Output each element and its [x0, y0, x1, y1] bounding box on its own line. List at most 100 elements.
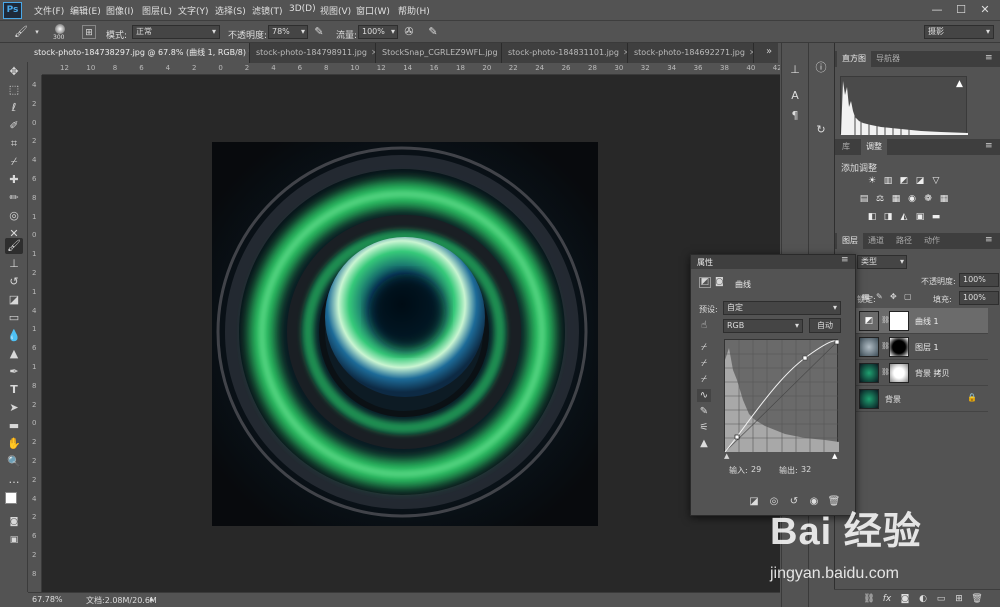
document-image[interactable]	[212, 142, 598, 526]
black-white-icon[interactable]: ▦	[890, 194, 902, 205]
smooth-curve-icon[interactable]: ⚟	[697, 421, 711, 434]
layer-mask-thumbnail[interactable]	[889, 311, 909, 331]
tab-adjustments[interactable]: 调整	[861, 139, 887, 155]
color-lookup-icon[interactable]: ▦	[938, 194, 950, 205]
tab-navigator[interactable]: 导航器	[871, 51, 905, 67]
chevron-down-icon[interactable]: ▾	[30, 25, 44, 39]
layer-opacity-input[interactable]: 100%	[959, 273, 999, 287]
lock-artboard-icon[interactable]: ▢	[904, 292, 912, 301]
threshold-icon[interactable]: ◭	[898, 212, 910, 223]
clipping-warning-icon[interactable]: ▲	[697, 437, 711, 450]
brush-preset-picker[interactable]: 300	[50, 23, 70, 41]
invert-icon[interactable]: ◧	[866, 212, 878, 223]
path-select-tool-icon[interactable]: ➤	[5, 400, 23, 416]
flow-input[interactable]: 100% ▾	[358, 25, 398, 39]
dodge-tool-icon[interactable]: ▲	[5, 346, 23, 362]
warning-icon[interactable]: ▲	[956, 79, 963, 89]
lock-transparent-icon[interactable]: ▦	[862, 292, 870, 301]
link-layers-icon[interactable]: ⛓	[862, 592, 876, 606]
hue-saturation-icon[interactable]: ▤	[858, 194, 870, 205]
gray-point-eyedropper-icon[interactable]: ⌿	[697, 357, 711, 370]
brush-tool-icon[interactable]: 🖌	[14, 25, 28, 39]
photo-filter-icon[interactable]: ◉	[906, 194, 918, 205]
menu-file[interactable]: 文件(F)	[34, 4, 64, 17]
on-image-adjust-icon[interactable]: ☝	[697, 319, 711, 332]
pressure-opacity-icon[interactable]: ✎	[312, 25, 326, 39]
new-layer-icon[interactable]: ⊞	[952, 592, 966, 606]
clone-source-icon[interactable]: ⊥	[786, 61, 804, 79]
tab-channels[interactable]: 通道	[863, 233, 889, 249]
tab-document[interactable]: StockSnap_CGRLEZ9WFL.jpg✕	[376, 43, 502, 63]
minimize-button[interactable]: —	[930, 3, 944, 17]
channel-mixer-icon[interactable]: ❁	[922, 194, 934, 205]
black-point-eyedropper-icon[interactable]: ⌿	[697, 341, 711, 354]
history-brush-tool-icon[interactable]: ↺	[5, 274, 23, 290]
marquee-tool-icon[interactable]: ⬚	[5, 82, 23, 98]
paragraph-panel-icon[interactable]: ¶	[786, 107, 804, 125]
tab-document[interactable]: stock-photo-184692271.jpg ✕	[628, 43, 754, 63]
new-group-icon[interactable]: ▭	[934, 592, 948, 606]
pencil-tool-icon[interactable]: ✏	[5, 190, 23, 206]
tab-histogram[interactable]: 直方图	[837, 51, 871, 67]
menu-image[interactable]: 图像(I)	[106, 4, 134, 17]
vibrance-icon[interactable]: ▽	[930, 176, 942, 187]
patch-tool-icon[interactable]: ◎	[5, 208, 23, 224]
screen-mode-icon[interactable]: ▣	[5, 532, 23, 548]
layer-row-background-copy[interactable]: ⛓ 背景 拷贝	[855, 360, 988, 386]
layer-row-layer1[interactable]: ⛓ 图层 1	[855, 334, 988, 360]
curve-pencil-icon[interactable]: ✎	[697, 405, 711, 418]
white-point-eyedropper-icon[interactable]: ⌿	[697, 373, 711, 386]
gradient-map-icon[interactable]: ▬	[930, 212, 942, 223]
mask-icon[interactable]: ◙	[715, 277, 724, 287]
white-slider-icon[interactable]: ▲	[832, 452, 837, 460]
menu-help[interactable]: 帮助(H)	[398, 4, 430, 17]
tab-paths[interactable]: 路径	[891, 233, 917, 249]
menu-layer[interactable]: 图层(L)	[142, 4, 172, 17]
info-panel-icon[interactable]: ⓘ	[812, 59, 830, 77]
quick-mask-icon[interactable]: ◙	[5, 514, 23, 530]
tab-document[interactable]: stock-photo-184798911.jpg✕	[250, 43, 376, 63]
layer-row-background[interactable]: 背景 🔒	[855, 386, 988, 412]
panel-menu-icon[interactable]: ≡	[985, 141, 993, 151]
layer-name[interactable]: 曲线 1	[915, 316, 939, 327]
clone-stamp-tool-icon[interactable]: ⊥	[5, 256, 23, 272]
panel-menu-icon[interactable]: ≡	[985, 235, 993, 245]
quick-select-tool-icon[interactable]: ✐	[5, 118, 23, 134]
history-panel-icon[interactable]: ↻	[812, 121, 830, 139]
black-slider-icon[interactable]: ▲	[724, 452, 729, 460]
menu-select[interactable]: 选择(S)	[215, 4, 246, 17]
tab-library[interactable]: 库	[837, 139, 855, 155]
layer-name[interactable]: 背景	[885, 394, 901, 405]
status-menu-icon[interactable]: ▸	[150, 595, 154, 604]
tab-layers[interactable]: 图层	[837, 233, 863, 249]
panel-menu-icon[interactable]: ≡	[985, 53, 993, 63]
workspace-select[interactable]: 摄影 ▾	[924, 25, 994, 39]
lock-pixels-icon[interactable]: ✎	[876, 292, 883, 301]
menu-3d[interactable]: 3D(D)	[289, 4, 316, 14]
character-panel-icon[interactable]: A	[786, 87, 804, 105]
fill-input[interactable]: 100%	[959, 291, 999, 305]
levels-icon[interactable]: ▥	[882, 176, 894, 187]
eyedropper-tool-icon[interactable]: ⌿	[5, 154, 23, 170]
menu-filter[interactable]: 滤镜(T)	[252, 4, 283, 17]
pen-tool-icon[interactable]: ✒	[5, 364, 23, 380]
preset-select[interactable]: 自定 ▾	[723, 301, 841, 315]
output-value[interactable]: 32	[801, 465, 811, 474]
opacity-input[interactable]: 78% ▾	[268, 25, 308, 39]
lasso-tool-icon[interactable]: ℓ	[5, 100, 23, 116]
type-tool-icon[interactable]: T	[5, 382, 23, 398]
posterize-icon[interactable]: ◨	[882, 212, 894, 223]
selective-color-icon[interactable]: ▣	[914, 212, 926, 223]
menu-type[interactable]: 文字(Y)	[178, 4, 209, 17]
close-button[interactable]: ✕	[978, 3, 992, 17]
close-icon[interactable]: ✕	[749, 48, 753, 57]
brightness-icon[interactable]: ☀	[866, 176, 878, 187]
hand-tool-icon[interactable]: ✋	[5, 436, 23, 452]
trash-icon[interactable]: 🗑	[970, 592, 984, 606]
channel-select[interactable]: RGB ▾	[723, 319, 803, 333]
tab-document[interactable]: stock-photo-184831101.jpg✕	[502, 43, 628, 63]
layer-mask-thumbnail[interactable]	[889, 337, 909, 357]
menu-edit[interactable]: 编辑(E)	[70, 4, 101, 17]
layer-row-curves[interactable]: ◩ ⛓ 曲线 1	[855, 308, 988, 334]
crop-tool-icon[interactable]: ⌗	[5, 136, 23, 152]
